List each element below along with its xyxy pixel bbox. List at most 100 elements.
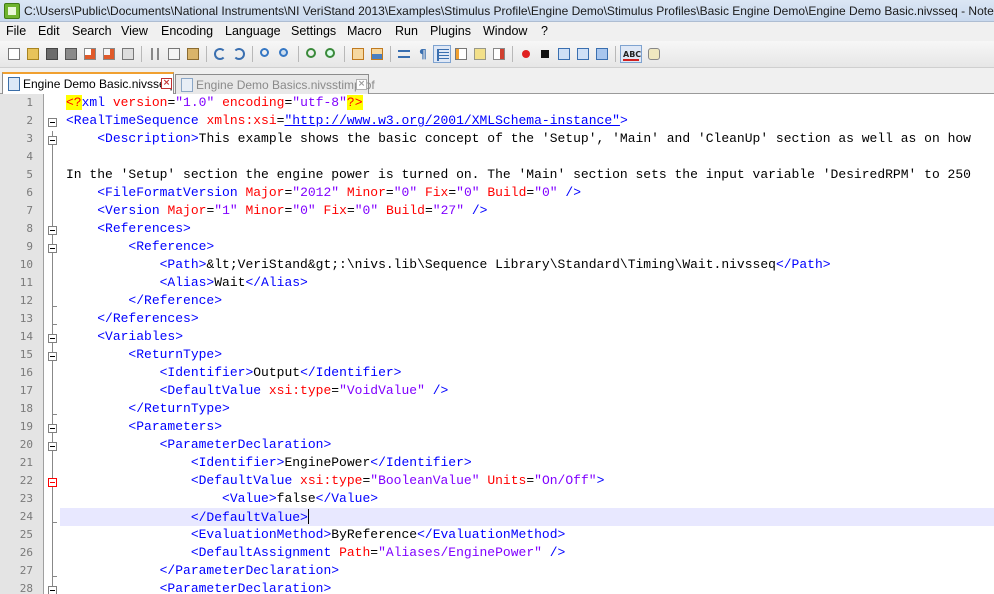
menu-edit[interactable]: Edit [38, 24, 60, 38]
menu-file[interactable]: File [6, 24, 26, 38]
code-line[interactable]: 28 <ParameterDeclaration> [0, 580, 994, 594]
toolbar-separator [344, 46, 345, 62]
run-macro-multiple-button[interactable] [574, 45, 592, 63]
notepad-plus-plus-icon[interactable] [4, 3, 20, 19]
code-editor[interactable]: 1 <?xml version="1.0" encoding="utf-8"?> 2… [0, 94, 994, 594]
save-macro-button[interactable] [593, 45, 611, 63]
close-icon[interactable]: × [356, 79, 367, 90]
save-button[interactable] [43, 45, 61, 63]
close-icon[interactable]: × [161, 78, 172, 89]
code-line[interactable]: 3 <Description>This example shows the ba… [0, 130, 994, 148]
fold-collapse-icon[interactable] [48, 442, 57, 451]
fold-collapse-icon[interactable] [48, 136, 57, 145]
spell-check-button[interactable]: ABC [620, 45, 642, 63]
code-line[interactable]: 13 </References> [0, 310, 994, 328]
fold-collapse-icon[interactable] [48, 226, 57, 235]
code-token: Path [339, 545, 371, 560]
replace-button[interactable] [276, 45, 294, 63]
code-line[interactable]: 4 [0, 148, 994, 166]
sync-horizontal-button[interactable] [368, 45, 386, 63]
fold-collapse-icon[interactable] [48, 244, 57, 253]
code-line[interactable]: 24 </DefaultValue> [0, 508, 994, 526]
function-list-icon [493, 48, 505, 60]
code-line[interactable]: 26 <DefaultAssignment Path="Aliases/Engi… [0, 544, 994, 562]
close-button[interactable] [81, 45, 99, 63]
code-line[interactable]: 5 In the 'Setup' section the engine power… [0, 166, 994, 184]
code-line[interactable]: 18 </ReturnType> [0, 400, 994, 418]
indent-guide-button[interactable] [433, 45, 451, 63]
code-line[interactable]: 20 <ParameterDeclaration> [0, 436, 994, 454]
menu-help[interactable]: ? [541, 24, 548, 38]
close-all-button[interactable] [100, 45, 118, 63]
code-line[interactable]: 16 <Identifier>Output</Identifier> [0, 364, 994, 382]
code-line[interactable]: 10 <Path>&lt;VeriStand&gt;:\nivs.lib\Seq… [0, 256, 994, 274]
menu-window[interactable]: Window [483, 24, 527, 38]
code-line[interactable]: 27 </ParameterDeclaration> [0, 562, 994, 580]
undo-button[interactable] [211, 45, 229, 63]
code-line[interactable]: 8 <References> [0, 220, 994, 238]
code-line[interactable]: 1 <?xml version="1.0" encoding="utf-8"?> [0, 94, 994, 112]
code-token: "0" [534, 185, 566, 200]
fold-collapse-icon[interactable] [48, 352, 57, 361]
copy-icon [168, 48, 180, 60]
code-token: In the 'Setup' section the engine power … [66, 167, 971, 182]
menu-macro[interactable]: Macro [347, 24, 382, 38]
menu-language[interactable]: Language [225, 24, 281, 38]
redo-button[interactable] [230, 45, 248, 63]
code-line[interactable]: 9 <Reference> [0, 238, 994, 256]
menu-view[interactable]: View [121, 24, 148, 38]
code-line[interactable]: 15 <ReturnType> [0, 346, 994, 364]
new-file-button[interactable] [5, 45, 23, 63]
code-line[interactable]: 6 <FileFormatVersion Major="2012" Minor=… [0, 184, 994, 202]
user-language-button[interactable] [452, 45, 470, 63]
code-line[interactable]: 7 <Version Major="1" Minor="0" Fix="0" B… [0, 202, 994, 220]
zoom-in-button[interactable] [303, 45, 321, 63]
show-all-characters-button[interactable]: ¶ [414, 45, 432, 63]
menu-run[interactable]: Run [395, 24, 418, 38]
fold-collapse-icon[interactable] [48, 424, 57, 433]
sync-vertical-button[interactable] [349, 45, 367, 63]
code-line[interactable]: 2 <RealTimeSequence xmlns:xsi="http://www… [0, 112, 994, 130]
tab-engine-demo-basics-nivsstimprof[interactable]: Engine Demo Basics.nivsstimprof × [175, 74, 375, 94]
fold-collapse-icon[interactable] [48, 478, 57, 487]
find-button[interactable] [257, 45, 275, 63]
save-all-icon [65, 48, 77, 60]
line-number: 2 [26, 114, 33, 127]
code-token: <FileFormatVersion [97, 185, 246, 200]
print-button[interactable] [119, 45, 137, 63]
copy-button[interactable] [165, 45, 183, 63]
plugin-button[interactable] [645, 45, 663, 63]
menu-settings[interactable]: Settings [291, 24, 336, 38]
word-wrap-button[interactable] [395, 45, 413, 63]
zoom-out-button[interactable] [322, 45, 340, 63]
paste-button[interactable] [184, 45, 202, 63]
menu-search[interactable]: Search [72, 24, 112, 38]
fold-collapse-icon[interactable] [48, 586, 57, 594]
tab-engine-demo-basic-nivsseq[interactable]: Engine Demo Basic.nivsseq × [2, 72, 174, 95]
line-number: 15 [19, 348, 33, 361]
code-text: <Description>This example shows the basi… [66, 131, 971, 146]
play-macro-button[interactable] [555, 45, 573, 63]
doc-map-button[interactable] [471, 45, 489, 63]
code-line[interactable]: 14 <Variables> [0, 328, 994, 346]
code-line[interactable]: 22 <DefaultValue xsi:type = "BooleanValue"… [0, 472, 994, 490]
fold-collapse-icon[interactable] [48, 334, 57, 343]
stop-macro-button[interactable] [536, 45, 554, 63]
code-line[interactable]: 25 <EvaluationMethod>ByReference</Evalua… [0, 526, 994, 544]
code-line[interactable]: 11 <Alias>Wait</Alias> [0, 274, 994, 292]
code-token: <ParameterDeclaration> [159, 581, 332, 594]
menu-encoding[interactable]: Encoding [161, 24, 213, 38]
menu-plugins[interactable]: Plugins [430, 24, 471, 38]
code-line[interactable]: 23 <Value>false</Value> [0, 490, 994, 508]
code-line[interactable]: 21 <Identifier>EnginePower</Identifier> [0, 454, 994, 472]
record-macro-button[interactable] [517, 45, 535, 63]
code-line[interactable]: 19 <Parameters> [0, 418, 994, 436]
cut-button[interactable] [146, 45, 164, 63]
code-line[interactable]: 17 <DefaultValue xsi:type="VoidValue" /> [0, 382, 994, 400]
fold-collapse-icon[interactable] [48, 118, 57, 127]
save-all-button[interactable] [62, 45, 80, 63]
code-line[interactable]: 12 </Reference> [0, 292, 994, 310]
function-list-button[interactable] [490, 45, 508, 63]
open-file-button[interactable] [24, 45, 42, 63]
